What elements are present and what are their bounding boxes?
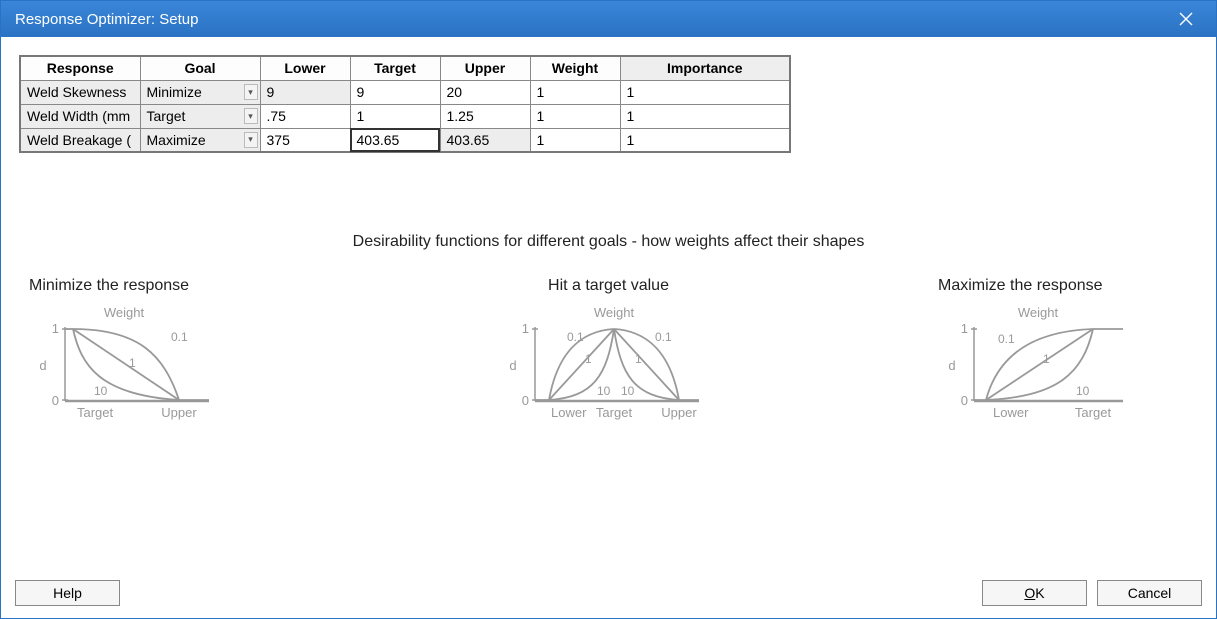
- cell-response[interactable]: Weld Width (mm: [20, 104, 140, 128]
- axis-label: d: [509, 358, 516, 373]
- header-importance: Importance: [620, 56, 790, 80]
- tick-label: Lower: [993, 405, 1029, 420]
- curve-label: 0.1: [567, 330, 584, 344]
- chart-target-svg: Weight 1 0 d: [499, 305, 719, 425]
- cell-upper[interactable]: 403.65: [440, 128, 530, 152]
- curve-label: 10: [1076, 384, 1090, 398]
- goal-text: Target: [147, 108, 186, 124]
- cell-target[interactable]: 9: [350, 80, 440, 104]
- tick-label: Upper: [161, 405, 197, 420]
- tick-label: 1: [961, 321, 968, 336]
- curve-label: 0.1: [998, 332, 1015, 346]
- curve-label: 0.1: [655, 330, 672, 344]
- axis-label: Weight: [104, 305, 145, 320]
- cell-lower[interactable]: 9: [260, 80, 350, 104]
- ok-rest: K: [1035, 585, 1044, 601]
- header-goal: Goal: [140, 56, 260, 80]
- ok-button[interactable]: OK: [982, 580, 1087, 606]
- curve-label: 10: [621, 384, 635, 398]
- cell-importance[interactable]: 1: [620, 128, 790, 152]
- curve-label: 10: [597, 384, 611, 398]
- header-response: Response: [20, 56, 140, 80]
- chart-minimize-svg: Weight 1 0 d 0.1: [29, 305, 229, 425]
- header-lower: Lower: [260, 56, 350, 80]
- header-upper: Upper: [440, 56, 530, 80]
- chart-title: Minimize the response: [29, 277, 189, 295]
- cell-weight[interactable]: 1: [530, 128, 620, 152]
- cell-upper[interactable]: 1.25: [440, 104, 530, 128]
- tick-label: 1: [52, 321, 59, 336]
- tick-label: Target: [1075, 405, 1112, 420]
- chart-title: Maximize the response: [938, 277, 1103, 295]
- axis-label: Weight: [1018, 305, 1059, 320]
- chart-title: Hit a target value: [548, 277, 669, 295]
- close-icon: [1179, 12, 1193, 26]
- dialog-window: Response Optimizer: Setup Response Goal …: [0, 0, 1217, 619]
- axis-label: d: [39, 358, 46, 373]
- chevron-down-icon[interactable]: ▾: [244, 108, 258, 124]
- tick-label: 1: [521, 321, 528, 336]
- axis-label: Weight: [593, 305, 634, 320]
- curve-label: 10: [94, 384, 108, 398]
- chart-minimize: Minimize the response Weight 1 0 d: [29, 277, 279, 425]
- tick-label: Upper: [661, 405, 697, 420]
- tick-label: 0: [521, 393, 528, 408]
- curve-label: 1: [1043, 352, 1050, 366]
- close-button[interactable]: [1166, 4, 1206, 34]
- chart-maximize-svg: Weight 1 0 d 0.1 1: [938, 305, 1138, 425]
- curve-label: 1: [635, 352, 642, 366]
- header-weight: Weight: [530, 56, 620, 80]
- tick-label: 0: [52, 393, 59, 408]
- cell-upper[interactable]: 20: [440, 80, 530, 104]
- cell-importance[interactable]: 1: [620, 80, 790, 104]
- curve-label: 1: [129, 356, 136, 370]
- ok-underline: O: [1024, 585, 1035, 601]
- cell-weight[interactable]: 1: [530, 80, 620, 104]
- response-table: Response Goal Lower Target Upper Weight …: [19, 55, 791, 153]
- desirability-section: Desirability functions for different goa…: [19, 233, 1198, 425]
- header-target: Target: [350, 56, 440, 80]
- curve-label: 0.1: [171, 330, 188, 344]
- cell-lower[interactable]: 375: [260, 128, 350, 152]
- titlebar: Response Optimizer: Setup: [1, 1, 1216, 37]
- table-row: Weld Width (mm Target ▾ .75 1 1.25 1 1: [20, 104, 790, 128]
- window-title: Response Optimizer: Setup: [15, 11, 198, 28]
- cell-response[interactable]: Weld Breakage (: [20, 128, 140, 152]
- cell-importance[interactable]: 1: [620, 104, 790, 128]
- footer: Help OK Cancel: [1, 572, 1216, 618]
- chevron-down-icon[interactable]: ▾: [244, 132, 258, 148]
- chevron-down-icon[interactable]: ▾: [244, 84, 258, 100]
- cancel-button[interactable]: Cancel: [1097, 580, 1202, 606]
- table-row: Weld Breakage ( Maximize ▾ 375 403.65 403…: [20, 128, 790, 152]
- cell-goal[interactable]: Minimize ▾: [140, 80, 260, 104]
- table-header-row: Response Goal Lower Target Upper Weight …: [20, 56, 790, 80]
- chart-maximize: Maximize the response Weight 1 0 d: [938, 277, 1188, 425]
- tick-label: Lower: [551, 405, 587, 420]
- cell-goal[interactable]: Maximize ▾: [140, 128, 260, 152]
- charts-row: Minimize the response Weight 1 0 d: [19, 277, 1198, 425]
- tick-label: 0: [961, 393, 968, 408]
- cell-response[interactable]: Weld Skewness: [20, 80, 140, 104]
- tick-label: Target: [77, 405, 114, 420]
- cell-target[interactable]: 1: [350, 104, 440, 128]
- cell-lower[interactable]: .75: [260, 104, 350, 128]
- axis-label: d: [948, 358, 955, 373]
- tick-label: Target: [595, 405, 632, 420]
- chart-target: Hit a target value Weight 1 0 d: [484, 277, 734, 425]
- help-button[interactable]: Help: [15, 580, 120, 606]
- desirability-title: Desirability functions for different goa…: [353, 233, 865, 251]
- cell-goal[interactable]: Target ▾: [140, 104, 260, 128]
- cell-target[interactable]: 403.65: [350, 128, 440, 152]
- content-area: Response Goal Lower Target Upper Weight …: [1, 37, 1216, 572]
- goal-text: Maximize: [147, 132, 206, 148]
- goal-text: Minimize: [147, 84, 202, 100]
- table-row: Weld Skewness Minimize ▾ 9 9 20 1 1: [20, 80, 790, 104]
- curve-label: 1: [585, 352, 592, 366]
- cell-weight[interactable]: 1: [530, 104, 620, 128]
- footer-button-group: OK Cancel: [982, 580, 1202, 606]
